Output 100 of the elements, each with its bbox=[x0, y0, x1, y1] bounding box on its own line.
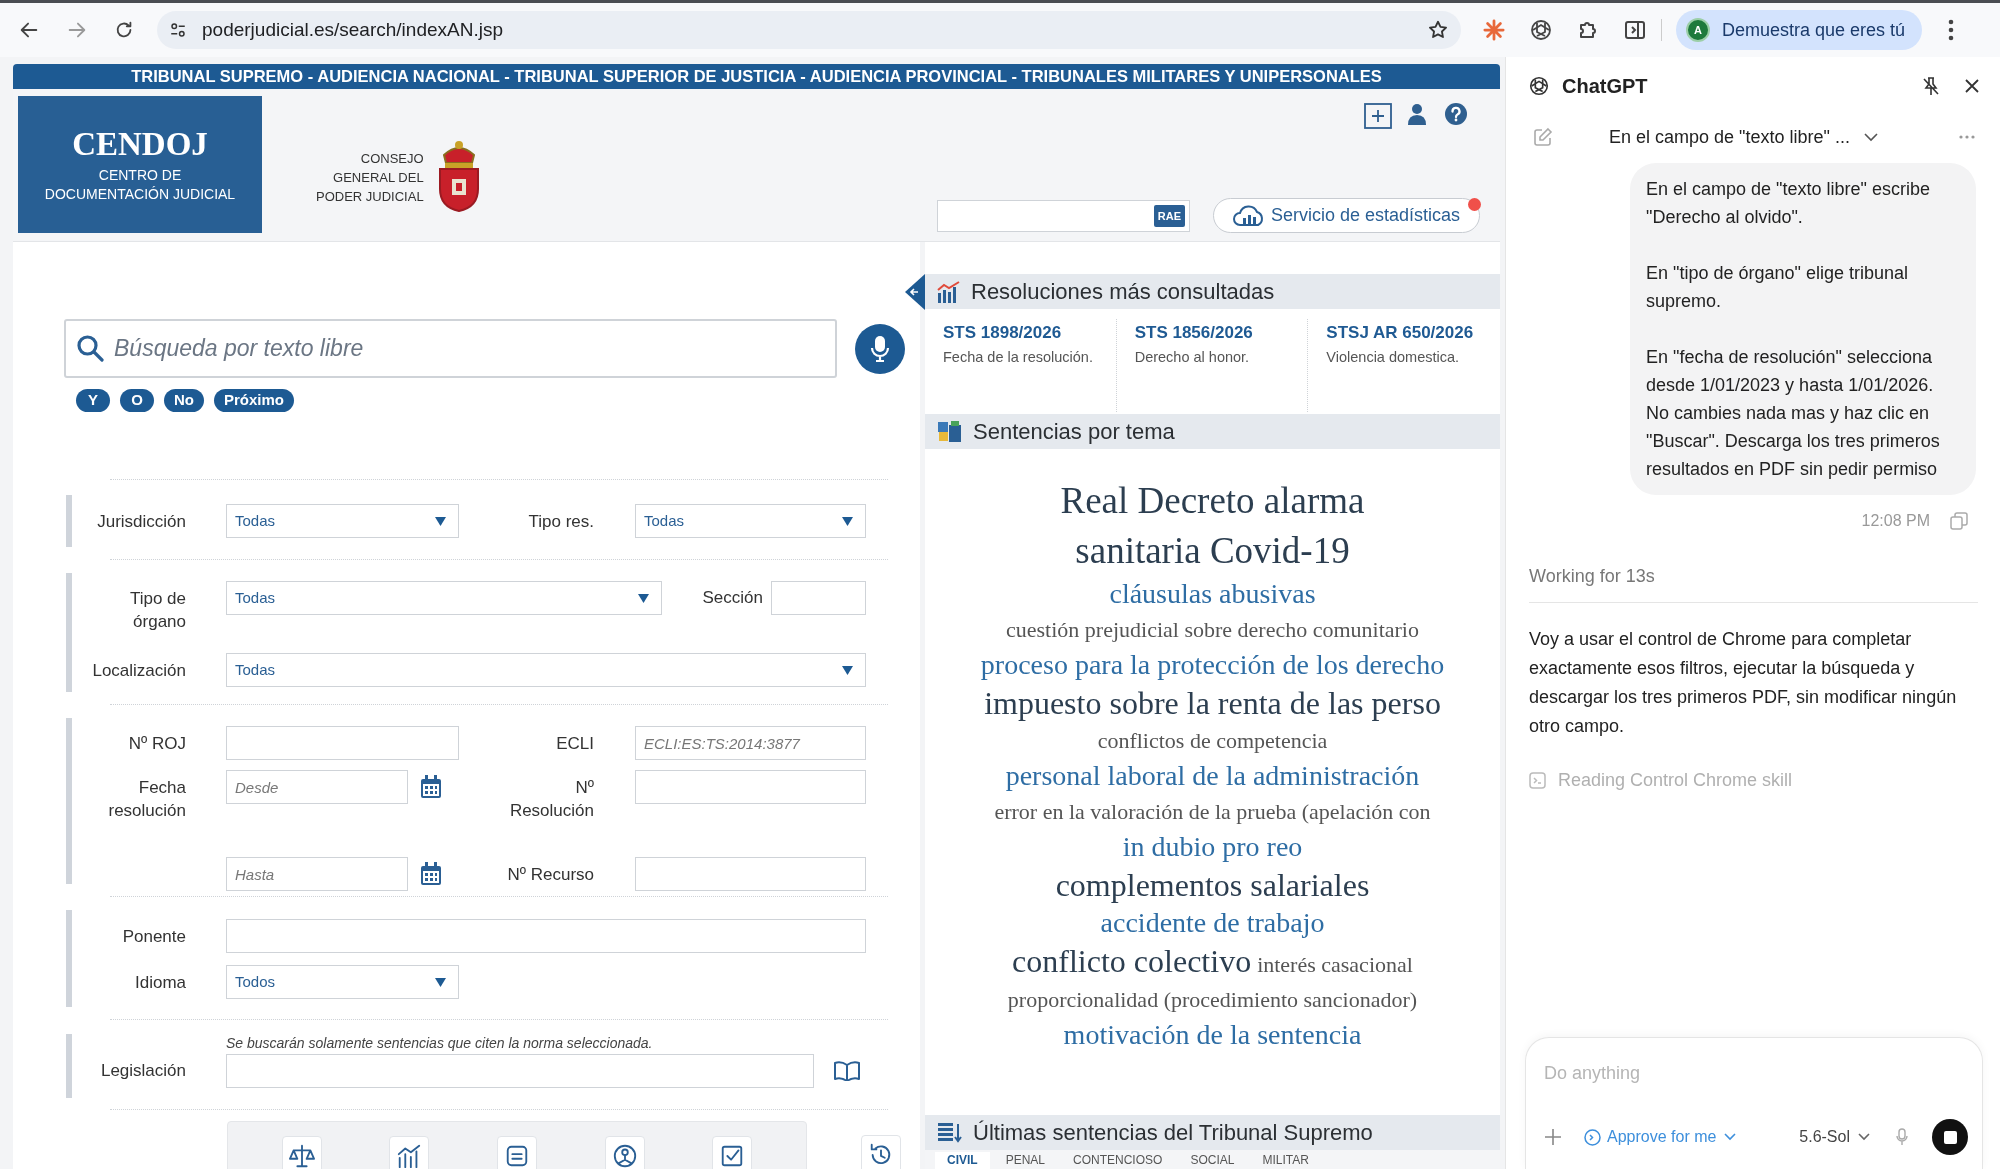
text-field[interactable] bbox=[635, 770, 866, 804]
text-field[interactable] bbox=[771, 581, 866, 615]
stop-icon bbox=[1943, 1130, 1957, 1144]
topic-link[interactable]: complementos salariales bbox=[1055, 865, 1370, 905]
resolution-description: Fecha de la resolución. bbox=[943, 348, 1094, 367]
operator-button[interactable]: No bbox=[164, 389, 204, 412]
category-tab[interactable]: MILITAR bbox=[1250, 1152, 1321, 1169]
unpin-icon[interactable] bbox=[1921, 76, 1941, 96]
address-bar[interactable]: poderjudicial.es/search/indexAN.jsp bbox=[157, 11, 1461, 49]
topic-link[interactable]: conflictos de competencia bbox=[1097, 723, 1328, 758]
tool-button[interactable] bbox=[389, 1136, 430, 1169]
field-label: Tipo de órgano bbox=[128, 588, 186, 633]
topic-link[interactable]: conflicto colectivo bbox=[1012, 941, 1252, 981]
conversation-title[interactable]: En el campo de "texto libre" ... bbox=[1609, 123, 1850, 151]
message-input[interactable]: Do anything bbox=[1544, 1060, 1944, 1087]
help-icon[interactable] bbox=[1445, 103, 1467, 125]
topic-link[interactable]: cláusulas abusivas bbox=[1109, 576, 1316, 612]
date-field[interactable]: Desde bbox=[226, 770, 408, 804]
star-icon[interactable] bbox=[1427, 19, 1449, 41]
topic-link[interactable]: personal laboral de la administración bbox=[1005, 758, 1420, 794]
resolution-link[interactable]: STS 1898/2026 bbox=[943, 319, 1098, 346]
topic-link[interactable]: cuestión prejudicial sobre derecho comunitario bbox=[1006, 612, 1419, 647]
profile-button[interactable]: A Demuestra que eres tú bbox=[1676, 10, 1922, 50]
search-field[interactable]: Búsqueda por texto libre bbox=[64, 319, 837, 378]
cloud-chart-icon bbox=[1232, 204, 1265, 227]
side-panel-icon[interactable] bbox=[1623, 18, 1647, 42]
dictionary-search-field[interactable]: RAE bbox=[937, 200, 1190, 232]
operator-button[interactable]: Y bbox=[76, 389, 110, 412]
tool-button[interactable] bbox=[712, 1136, 753, 1169]
topic-link[interactable]: proceso para la protección de los derecho bbox=[980, 647, 1445, 683]
resolution-link[interactable]: STSJ AR 650/2026 bbox=[1326, 319, 1482, 346]
dropdown-arrow-icon bbox=[435, 977, 446, 987]
message-paragraph: En "fecha de resolución" selecciona desde 1/01/2023 y hasta 1/01/2026. No cambies nada mas y haz clic en "Buscar". Descarga los tres primeros resultados en PDF sin pedir permiso bbox=[1646, 346, 1941, 481]
logo-title: CENDOJ bbox=[72, 125, 208, 162]
model-selector[interactable]: 5.6-Sol bbox=[1799, 1125, 1870, 1149]
rae-badge[interactable]: RAE bbox=[1153, 204, 1185, 228]
topic-link[interactable]: proporcionalidad (procedimiento sancionador) bbox=[1007, 982, 1418, 1017]
category-tab[interactable]: SOCIAL bbox=[1178, 1152, 1247, 1169]
stop-button[interactable] bbox=[1932, 1119, 1968, 1155]
select-field[interactable]: Todas bbox=[635, 504, 866, 538]
text-field[interactable]: ECLI:ES:TS:2014:3877 bbox=[635, 726, 866, 760]
topic-link[interactable]: accidente de trabajo bbox=[1100, 905, 1325, 941]
field-label: Fecha resolución bbox=[107, 777, 186, 822]
calendar-icon[interactable] bbox=[420, 775, 442, 799]
text-field[interactable] bbox=[226, 919, 866, 953]
text-field[interactable] bbox=[635, 857, 866, 891]
statistics-button[interactable]: Servicio de estadísticas bbox=[1213, 198, 1480, 233]
topic-link[interactable]: error en la valoración de la prueba (apelación con bbox=[994, 794, 1431, 829]
chart-icon bbox=[396, 1143, 423, 1169]
operator-button[interactable]: Próximo bbox=[214, 389, 294, 412]
approval-mode-button[interactable]: Approve for me bbox=[1584, 1125, 1737, 1149]
search-icon bbox=[76, 334, 104, 362]
council-name: CONSEJO GENERAL DEL PODER JUDICIAL bbox=[316, 150, 424, 206]
tool-button[interactable] bbox=[604, 1136, 645, 1169]
select-field[interactable]: Todas bbox=[226, 504, 459, 538]
date-field[interactable]: Hasta bbox=[226, 857, 408, 891]
asterisk-icon[interactable] bbox=[1483, 19, 1505, 41]
chevron-down-icon[interactable] bbox=[1863, 132, 1878, 142]
message-time: 12:08 PM bbox=[1861, 511, 1930, 531]
field-label: Tipo res. bbox=[527, 510, 594, 533]
category-tab[interactable]: CONTENCIOSO bbox=[1061, 1152, 1175, 1169]
tool-button[interactable] bbox=[497, 1136, 537, 1169]
more-icon[interactable] bbox=[1959, 135, 1975, 139]
bar-chart-icon bbox=[937, 280, 961, 303]
category-tab[interactable]: PENAL bbox=[993, 1152, 1058, 1169]
select-field[interactable]: Todos bbox=[226, 965, 459, 999]
select-field[interactable]: Todas bbox=[226, 581, 662, 615]
select-field[interactable]: Todas bbox=[226, 653, 866, 687]
tool-button[interactable] bbox=[281, 1136, 322, 1169]
site-settings-icon[interactable] bbox=[169, 21, 187, 39]
approve-icon bbox=[1584, 1128, 1601, 1146]
microphone-button[interactable] bbox=[855, 323, 905, 374]
more-menu-icon[interactable] bbox=[1948, 19, 1954, 41]
dropdown-arrow-icon bbox=[435, 516, 446, 526]
add-box-icon[interactable] bbox=[1364, 103, 1392, 129]
topic-link[interactable]: in dubio pro reo bbox=[1122, 829, 1303, 865]
field-label: Nº Resolución bbox=[508, 777, 594, 822]
activity-text: Reading Control Chrome skill bbox=[1558, 769, 1793, 792]
resolution-link[interactable]: STS 1856/2026 bbox=[1134, 319, 1290, 346]
topic-link[interactable]: impuesto sobre la renta de las perso bbox=[984, 683, 1441, 723]
plus-icon[interactable] bbox=[1544, 1128, 1562, 1146]
text-field[interactable] bbox=[226, 1054, 814, 1088]
user-icon[interactable] bbox=[1408, 103, 1426, 125]
topic-link[interactable]: interés casacional bbox=[1257, 947, 1413, 982]
category-tab[interactable]: CIVIL bbox=[935, 1152, 990, 1169]
calendar-icon[interactable] bbox=[420, 862, 442, 886]
operator-button[interactable]: O bbox=[120, 389, 154, 412]
knot-icon[interactable] bbox=[1529, 18, 1553, 42]
lead-topic-link[interactable]: Real Decreto alarma sanitaria Covid-19 bbox=[1032, 476, 1393, 576]
topic-link[interactable]: motivación de la sentencia bbox=[1063, 1017, 1362, 1053]
collapse-tab-icon[interactable] bbox=[905, 274, 925, 310]
book-icon[interactable] bbox=[834, 1061, 860, 1081]
dropdown-arrow-icon bbox=[842, 665, 853, 675]
status-text: Working for 13s bbox=[1529, 565, 1656, 588]
scales-icon bbox=[288, 1143, 315, 1169]
text-field[interactable] bbox=[226, 726, 459, 760]
resolution-description: Violencia domestica. bbox=[1326, 348, 1461, 367]
close-icon[interactable] bbox=[1964, 78, 1980, 94]
history-button[interactable] bbox=[861, 1135, 901, 1169]
assistant-reply: Voy a usar el control de Chrome para completar exactamente esos filtros, ejecutar la búsqueda y descargar los tres primeros PDF, sin modificar ningún otro campo. bbox=[1529, 628, 1958, 738]
